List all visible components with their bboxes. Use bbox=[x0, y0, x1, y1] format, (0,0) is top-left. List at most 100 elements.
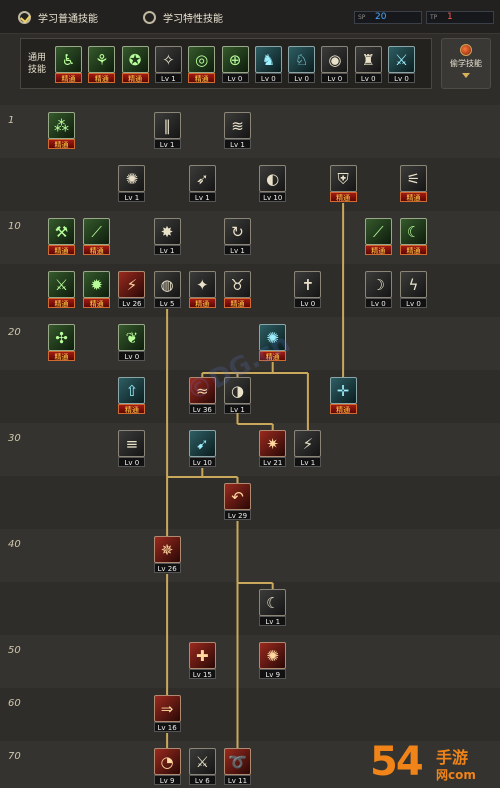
tree-skill[interactable]: ⁂ 精通 bbox=[48, 112, 75, 150]
tree-skill[interactable]: ◔ Lv 9 bbox=[153, 748, 181, 786]
level-marker: 50 bbox=[8, 645, 21, 656]
tree-skill[interactable]: ➶ Lv 1 bbox=[188, 165, 216, 203]
tree-skill[interactable]: ➹ Lv 10 bbox=[188, 430, 216, 468]
tree-skill[interactable]: ☾ Lv 1 bbox=[259, 589, 287, 627]
steal-skill-button[interactable]: 偷学技能 bbox=[441, 38, 491, 89]
crouch-figure-icon: ⚘ bbox=[88, 46, 116, 73]
sitting-figure-icon: ♿ bbox=[55, 46, 82, 73]
mastered-badge: 精通 bbox=[121, 73, 149, 83]
spiral-icon: ◉ bbox=[321, 46, 349, 73]
red-slash-icon: ⚡ bbox=[118, 271, 146, 298]
skill-level-label: Lv 21 bbox=[259, 457, 287, 467]
skill-level-label: Lv 16 bbox=[153, 722, 181, 732]
tree-skill[interactable]: ⚔ 精通 bbox=[48, 271, 75, 309]
tree-skill[interactable]: ≡ Lv 0 bbox=[118, 430, 146, 468]
tree-skill[interactable]: ⚡ Lv 1 bbox=[294, 430, 322, 468]
tree-skill[interactable]: ⚟ 精通 bbox=[400, 165, 427, 203]
tree-skill[interactable]: ≋ Lv 1 bbox=[224, 112, 251, 150]
triple-blade-icon: ⚟ bbox=[400, 165, 427, 192]
tree-skill[interactable]: ☾ 精通 bbox=[400, 218, 427, 256]
arrow-icon: ➶ bbox=[188, 165, 216, 192]
sword-icon: ⚒ bbox=[48, 218, 75, 245]
tree-skill[interactable]: ⚔ Lv 6 bbox=[188, 748, 216, 786]
common-skill[interactable]: ♜ Lv 0 bbox=[354, 46, 382, 84]
tree-skill[interactable]: ⟋ 精通 bbox=[83, 218, 111, 256]
tree-skill[interactable]: ☽ Lv 0 bbox=[364, 271, 392, 309]
figure-icon: ⚔ bbox=[388, 46, 415, 73]
common-skill[interactable]: ♞ Lv 0 bbox=[254, 46, 282, 84]
tree-skill[interactable]: ↻ Lv 1 bbox=[224, 218, 251, 256]
tree-skill[interactable]: ➰ Lv 11 bbox=[224, 748, 251, 786]
swirl-icon: ◐ bbox=[259, 165, 287, 192]
tree-skill[interactable]: ↶ Lv 29 bbox=[224, 483, 251, 521]
sp-value: 20 bbox=[375, 12, 387, 22]
tree-skill[interactable]: ✦ 精通 bbox=[188, 271, 216, 309]
common-skill[interactable]: ♘ Lv 0 bbox=[288, 46, 316, 84]
tree-skill[interactable]: ⚡ Lv 26 bbox=[118, 271, 146, 309]
common-skill[interactable]: ⚘ 精通 bbox=[88, 46, 116, 84]
level-marker: 70 bbox=[8, 751, 21, 762]
skill-tree: 1 10 20 30 40 50 60 70 ⁂ 精通 ∥ Lv 1 ≋ Lv 1 ✺ Lv 1 ➶ Lv 1 ◐ L… bbox=[0, 105, 500, 788]
tree-skill[interactable]: ✛ 精通 bbox=[329, 377, 357, 415]
greatsword-icon: ⚔ bbox=[48, 271, 75, 298]
tab-trait-skills[interactable]: 学习特性技能 bbox=[143, 9, 223, 25]
spark-icon: ✹ bbox=[83, 271, 111, 298]
tree-skill[interactable]: ✷ Lv 21 bbox=[259, 430, 287, 468]
mastered-badge: 精通 bbox=[224, 298, 251, 308]
level-marker: 30 bbox=[8, 433, 21, 444]
common-skill[interactable]: ✪ 精通 bbox=[121, 46, 149, 84]
tree-skill[interactable]: ⟋ 精通 bbox=[364, 218, 392, 256]
tree-skill[interactable]: ✚ Lv 15 bbox=[188, 642, 216, 680]
tree-skill[interactable]: ⇒ Lv 16 bbox=[153, 695, 181, 733]
tree-skill[interactable]: ⇧ 精通 bbox=[118, 377, 146, 415]
skill-level-label: Lv 1 bbox=[224, 404, 251, 414]
dagger-icon: ✝ bbox=[294, 271, 322, 298]
tree-skill[interactable]: ♉ 精通 bbox=[224, 271, 251, 309]
tree-skill[interactable]: ❦ Lv 0 bbox=[118, 324, 146, 362]
mastered-badge: 精通 bbox=[48, 298, 75, 308]
skill-level-label: Lv 5 bbox=[153, 298, 181, 308]
warrior-icon: ♜ bbox=[354, 46, 382, 73]
common-skill[interactable]: ✧ Lv 1 bbox=[154, 46, 182, 84]
mastered-badge: 精通 bbox=[400, 192, 427, 202]
mastered-badge: 精通 bbox=[400, 245, 427, 255]
common-skills-label: 通用技能 bbox=[27, 53, 46, 75]
level-marker: 40 bbox=[8, 539, 21, 550]
slash-icon: ∥ bbox=[153, 112, 181, 139]
tab-trait-label: 学习特性技能 bbox=[163, 13, 223, 25]
tree-skill[interactable]: ✺ Lv 9 bbox=[259, 642, 287, 680]
skill-level-label: Lv 15 bbox=[188, 669, 216, 679]
skill-level-label: Lv 1 bbox=[118, 192, 146, 202]
common-skill[interactable]: ♿ 精通 bbox=[55, 46, 82, 84]
blood-burst-icon: ✺ bbox=[259, 642, 287, 669]
tree-skill[interactable]: ✹ 精通 bbox=[83, 271, 111, 309]
tree-skill[interactable]: ✵ Lv 26 bbox=[153, 536, 181, 574]
common-skill[interactable]: ◉ Lv 0 bbox=[321, 46, 349, 84]
tree-skill[interactable]: ⛨ 精通 bbox=[329, 165, 357, 203]
common-skill[interactable]: ⊕ Lv 0 bbox=[221, 46, 249, 84]
swipe-icon: ≋ bbox=[224, 112, 251, 139]
sp-label: SP bbox=[358, 14, 366, 21]
common-skill[interactable]: ◎ 精通 bbox=[188, 46, 216, 84]
mastered-badge: 精通 bbox=[329, 404, 357, 414]
tree-skill[interactable]: ∥ Lv 1 bbox=[153, 112, 181, 150]
common-skill[interactable]: ⚔ Lv 0 bbox=[388, 46, 415, 84]
skill-level-label: Lv 6 bbox=[188, 775, 216, 785]
tree-skill[interactable]: ◐ Lv 10 bbox=[259, 165, 287, 203]
check-icon bbox=[18, 10, 31, 24]
tree-skill[interactable]: ✸ Lv 1 bbox=[153, 218, 181, 256]
fire-slash-icon: ⇒ bbox=[153, 695, 181, 722]
level-marker: 60 bbox=[8, 698, 21, 709]
skill-level-label: Lv 10 bbox=[188, 457, 216, 467]
tree-skill[interactable]: ✺ Lv 1 bbox=[118, 165, 146, 203]
skill-level-label: Lv 0 bbox=[118, 351, 146, 361]
horns-icon: ♉ bbox=[224, 271, 251, 298]
tree-skill[interactable]: ✝ Lv 0 bbox=[294, 271, 322, 309]
tree-skill[interactable]: ✣ 精通 bbox=[48, 324, 75, 362]
tree-skill[interactable]: ⚒ 精通 bbox=[48, 218, 75, 256]
claw-icon: ✺ bbox=[118, 165, 146, 192]
tab-normal-skills[interactable]: 学习普通技能 bbox=[18, 9, 98, 25]
skill-level-label: Lv 1 bbox=[153, 245, 181, 255]
tree-skill[interactable]: ϟ Lv 0 bbox=[400, 271, 427, 309]
tree-skill[interactable]: ◍ Lv 5 bbox=[153, 271, 181, 309]
